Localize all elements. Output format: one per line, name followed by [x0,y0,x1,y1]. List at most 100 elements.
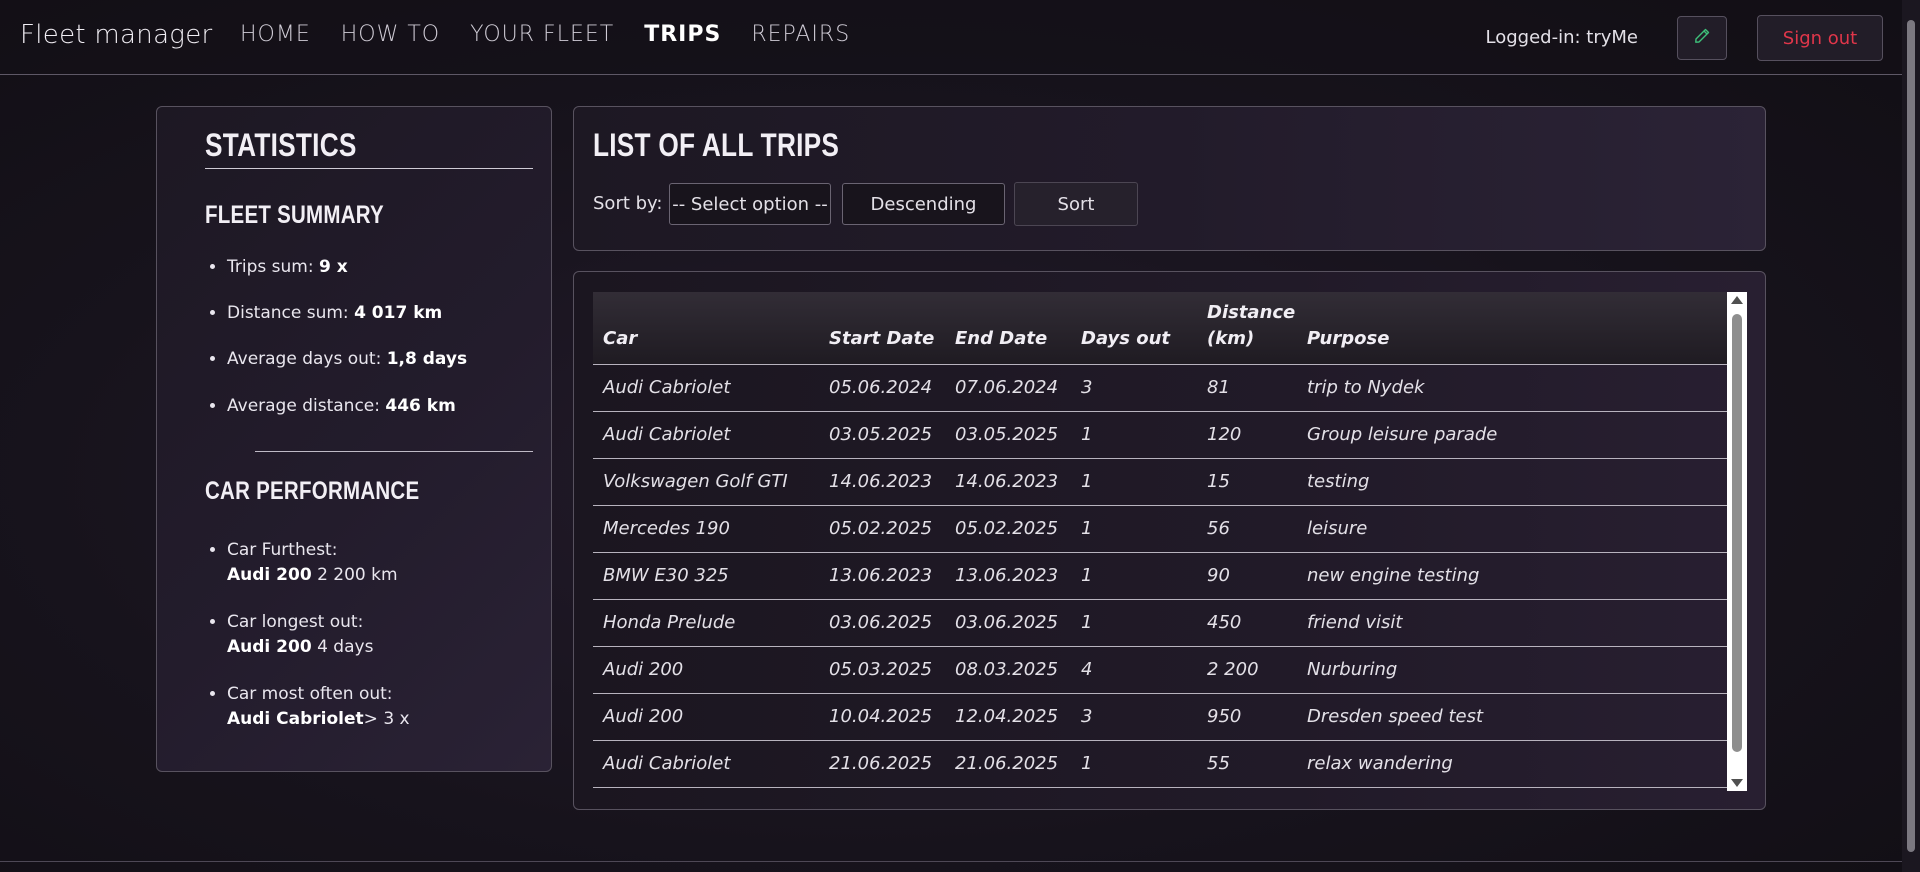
cell-end-date: 03.06.2025 [945,599,1071,647]
scrollbar-thumb[interactable] [1732,314,1742,752]
table-row[interactable]: BMW E30 325 13.06.2023 13.06.2023 1 90 new en… [593,552,1727,600]
cell-end-date: 12.04.2025 [945,693,1071,741]
footer-divider [0,861,1902,862]
column-header-start-date[interactable]: Start Date [819,292,945,365]
list-item: Trips sum: 9 x [227,257,467,303]
cell-days-out: 1 [1071,740,1197,788]
cell-car: Audi Cabriolet [593,364,819,412]
table-row[interactable]: Honda Prelude 03.06.2025 03.06.2025 1 450 fri… [593,599,1727,647]
cell-car: BMW E30 325 [593,552,819,600]
divider [255,451,533,452]
table-row[interactable]: Audi Cabriolet 21.06.2025 21.06.2025 1 55 rel… [593,740,1727,788]
brand-logo[interactable]: Fleet manager [20,20,213,50]
top-navbar: Fleet manager HOME HOW TO YOUR FLEET TRI… [0,0,1902,75]
nav-trips[interactable]: TRIPS [644,22,721,47]
list-item: Distance sum: 4 017 km [227,303,467,349]
table-row[interactable]: Volkswagen Golf GTI 14.06.2023 14.06.2023 1… [593,458,1727,506]
cell-end-date: 03.05.2025 [945,411,1071,459]
column-header-purpose[interactable]: Purpose [1297,292,1727,365]
scroll-down-arrow-icon[interactable] [1731,779,1743,787]
cell-days-out: 1 [1071,599,1197,647]
table-row[interactable]: Audi 200 10.04.2025 12.04.2025 3 950 Dresden … [593,693,1727,741]
cell-distance: 81 [1197,364,1297,412]
list-item: Car Furthest:Audi 200 2 200 km [227,538,410,610]
pencil-icon [1694,28,1710,48]
table-scrollbar[interactable] [1727,292,1747,791]
trips-title: LIST OF ALL TRIPS [593,127,840,163]
cell-start-date: 05.02.2025 [819,505,945,553]
car-performance-heading: CAR PERFORMANCE [205,477,420,505]
cell-purpose: leisure [1297,505,1727,553]
cell-days-out: 1 [1071,505,1197,553]
cell-distance: 120 [1197,411,1297,459]
cell-start-date: 21.06.2025 [819,740,945,788]
cell-distance: 950 [1197,693,1297,741]
cell-end-date: 14.06.2023 [945,458,1071,506]
cell-purpose: friend visit [1297,599,1727,647]
nav-home[interactable]: HOME [240,22,311,47]
cell-start-date: 13.06.2023 [819,552,945,600]
cell-car: Honda Prelude [593,599,819,647]
cell-purpose: new engine testing [1297,552,1727,600]
column-header-end-date[interactable]: End Date [945,292,1071,365]
cell-start-date: 05.03.2025 [819,646,945,694]
cell-car: Audi 200 [593,693,819,741]
cell-purpose: Group leisure parade [1297,411,1727,459]
edit-profile-button[interactable] [1677,16,1727,60]
nav-repairs[interactable]: REPAIRS [751,22,850,47]
fleet-summary-heading: FLEET SUMMARY [205,201,384,229]
cell-start-date: 03.06.2025 [819,599,945,647]
cell-distance: 90 [1197,552,1297,600]
cell-distance: 450 [1197,599,1297,647]
column-header-car[interactable]: Car [593,292,819,365]
cell-end-date: 21.06.2025 [945,740,1071,788]
cell-purpose: trip to Nydek [1297,364,1727,412]
trips-header-panel: LIST OF ALL TRIPS Sort by: -- Select opt… [573,106,1766,251]
cell-purpose: Nurburing [1297,646,1727,694]
cell-start-date: 14.06.2023 [819,458,945,506]
list-item: Car longest out:Audi 200 4 days [227,610,410,682]
order-toggle-button[interactable]: Descending [842,183,1005,225]
scroll-up-arrow-icon[interactable] [1731,296,1743,304]
cell-car: Volkswagen Golf GTI [593,458,819,506]
cell-car: Audi 200 [593,646,819,694]
cell-distance: 56 [1197,505,1297,553]
table-row[interactable]: Audi Cabriolet 03.05.2025 03.05.2025 1 120 Gr… [593,411,1727,459]
cell-car: Mercedes 190 [593,505,819,553]
cell-start-date: 05.06.2024 [819,364,945,412]
cell-purpose: relax wandering [1297,740,1727,788]
table-header-row: Car Start Date End Date Days out Distanc… [593,292,1727,365]
cell-days-out: 4 [1071,646,1197,694]
column-header-days-out[interactable]: Days out [1071,292,1197,365]
logged-in-user: Logged-in: tryMe [1485,27,1638,48]
cell-distance: 15 [1197,458,1297,506]
nav-your-fleet[interactable]: YOUR FLEET [470,22,614,47]
divider [205,168,533,169]
table-row[interactable]: Audi 200 05.03.2025 08.03.2025 4 2 200 Nurbur… [593,646,1727,694]
trips-table-scroll[interactable]: Car Start Date End Date Days out Distanc… [593,292,1747,791]
page-scrollbar[interactable] [1902,0,1920,872]
column-header-distance[interactable]: Distance (km) [1197,292,1297,365]
table-row[interactable]: Mercedes 190 05.02.2025 05.02.2025 1 56 leisu… [593,505,1727,553]
list-item: Car most often out:Audi Cabriolet> 3 x [227,682,410,732]
nav-how-to[interactable]: HOW TO [341,22,440,47]
fleet-summary-list: Trips sum: 9 x Distance sum: 4 017 km Av… [203,257,467,416]
statistics-title: STATISTICS [205,127,357,163]
trips-table-panel: Car Start Date End Date Days out Distanc… [573,271,1766,810]
sign-out-button[interactable]: Sign out [1757,15,1883,61]
list-item: Average distance: 446 km [227,396,467,416]
table-row[interactable]: Audi Cabriolet 05.06.2024 07.06.2024 3 81 tri… [593,364,1727,412]
sort-button[interactable]: Sort [1014,182,1138,226]
page-scrollbar-thumb[interactable] [1907,20,1915,852]
main-nav: HOME HOW TO YOUR FLEET TRIPS REPAIRS [240,22,850,47]
cell-days-out: 1 [1071,552,1197,600]
cell-days-out: 1 [1071,411,1197,459]
trips-table: Car Start Date End Date Days out Distanc… [593,292,1727,788]
cell-distance: 2 200 [1197,646,1297,694]
cell-start-date: 03.05.2025 [819,411,945,459]
cell-days-out: 3 [1071,364,1197,412]
cell-car: Audi Cabriolet [593,411,819,459]
sort-select[interactable]: -- Select option -- [669,183,831,225]
statistics-panel: STATISTICS FLEET SUMMARY Trips sum: 9 x … [156,106,552,772]
cell-purpose: testing [1297,458,1727,506]
